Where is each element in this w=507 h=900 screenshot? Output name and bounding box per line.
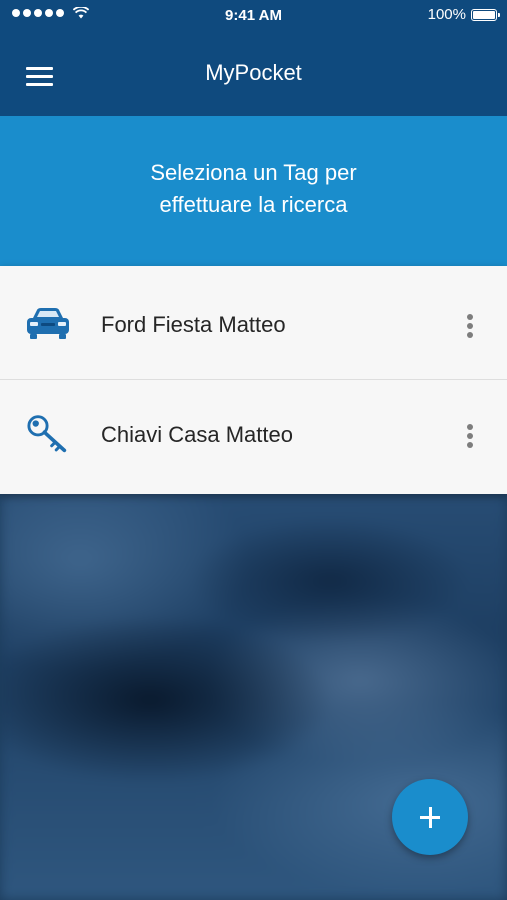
app-title: MyPocket [205, 60, 302, 85]
dot [467, 424, 473, 430]
battery-percentage: 100% [427, 6, 466, 23]
add-tag-button[interactable] [392, 779, 468, 855]
tag-item-chiavi-casa[interactable]: Chiavi Casa Matteo [0, 380, 507, 493]
tag-item-ford-fiesta[interactable]: Ford Fiesta Matteo [0, 266, 507, 380]
dot [467, 433, 473, 439]
dot [467, 323, 473, 329]
more-vertical-icon[interactable] [458, 310, 482, 342]
banner-text-line2: effettuare la ricerca [159, 192, 348, 217]
battery-icon [471, 8, 500, 21]
banner-text-line1: Seleziona un Tag per [150, 160, 357, 185]
tag-label: Ford Fiesta Matteo [101, 312, 286, 337]
plus-icon-vertical [428, 807, 432, 828]
dot [467, 332, 473, 338]
car-icon [27, 308, 69, 339]
key-icon [27, 415, 67, 453]
tag-label: Chiavi Casa Matteo [101, 422, 293, 447]
app-bar: MyPocket [0, 30, 507, 116]
dot [467, 442, 473, 448]
app-screen: 9:41 AM 100% MyPocket Seleziona un Tag p… [0, 0, 507, 900]
dot [467, 314, 473, 320]
search-hint-banner: Seleziona un Tag per effettuare la ricer… [0, 116, 507, 266]
tag-list: Ford Fiesta Matteo Chiavi Casa Matteo [0, 266, 507, 494]
status-bar: 9:41 AM 100% [0, 0, 507, 30]
battery-status: 100% [427, 6, 500, 23]
more-vertical-icon[interactable] [458, 420, 482, 452]
